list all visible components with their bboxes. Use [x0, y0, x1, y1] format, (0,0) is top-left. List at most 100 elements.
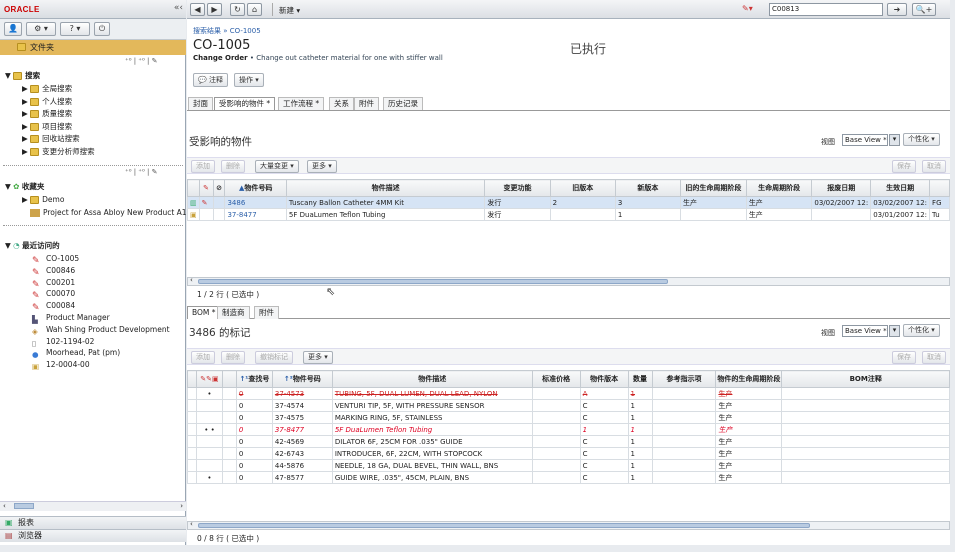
bom-more-button[interactable]: 更多 ▾: [303, 351, 333, 364]
col-old-rev[interactable]: 旧版本: [549, 179, 616, 197]
search-tree-item[interactable]: ▶ 回收站搜索: [22, 133, 80, 145]
table-row[interactable]: 0 37-4574 VENTURI TIP, 5F, WITH PRESSURE S…: [187, 399, 950, 412]
collapse-panel-icon[interactable]: «‹: [174, 3, 183, 13]
left-scrollbar[interactable]: ‹ ›: [0, 501, 186, 511]
quick-search-input[interactable]: C00813: [769, 3, 883, 16]
go-icon[interactable]: ➜: [887, 3, 907, 16]
personalize-button[interactable]: 个性化 ▾: [903, 133, 940, 146]
col-obsolete-date[interactable]: 报废日期: [811, 179, 872, 197]
undo-redline-button[interactable]: 撤销标记: [255, 351, 293, 364]
col-new-rev[interactable]: 新版本: [614, 179, 681, 197]
search-tree-item[interactable]: ▶ 变更分析师搜索: [22, 146, 95, 158]
bom-remove-button[interactable]: 删除: [221, 351, 245, 364]
col-old-lifecycle[interactable]: 旧的生命周期阶段: [679, 179, 747, 197]
recent-item[interactable]: ✎ C00070: [32, 288, 75, 301]
refresh-icon[interactable]: ↻: [230, 3, 245, 16]
table-row[interactable]: ▣ 37-8477 5F DuaLumen Teflon Tubing 发行 1 生产 03…: [187, 208, 950, 221]
fav-item[interactable]: Project for Assa Abloy New Product A123: [30, 207, 196, 219]
favorites-header[interactable]: ▼ ✿ 收藏夹: [5, 181, 44, 193]
table-row[interactable]: • 0 47-8577 GUIDE WIRE, .035", 45CM, PLAIN,…: [187, 471, 950, 484]
comment-button[interactable]: 💬 注释: [193, 73, 228, 87]
col-find-number[interactable]: ↑¹查找号: [235, 370, 273, 388]
save-button[interactable]: 保存: [892, 160, 916, 173]
tab-relationships[interactable]: 关系: [329, 97, 354, 110]
forward-icon[interactable]: ▶: [207, 3, 222, 16]
affected-hscroll[interactable]: ‹: [187, 276, 950, 286]
col-std-cost[interactable]: 标准价格: [531, 370, 581, 388]
new-menu[interactable]: 新建 ▾: [279, 5, 300, 16]
cancel-button[interactable]: 取消: [922, 160, 946, 173]
table-row[interactable]: ▥ ✎ 3486 Tuscany Ballon Catheter 4MM Kit 发行 2…: [187, 196, 950, 209]
col-item-lifecycle[interactable]: 物件的生命周期阶段: [715, 370, 783, 388]
col-bom-item-number[interactable]: ↑²物件号码: [271, 370, 333, 388]
actions-button[interactable]: 操作 ▾: [234, 73, 264, 87]
bom-hscroll[interactable]: ‹: [187, 520, 950, 530]
tab-bom[interactable]: BOM *: [187, 306, 221, 319]
remove-button[interactable]: 删除: [221, 160, 245, 173]
col-bom-description[interactable]: 物件描述: [331, 370, 533, 388]
tab-affected-items[interactable]: 受影响的物件 *: [214, 97, 276, 110]
recent-item[interactable]: ▯ 102-1194-02: [32, 336, 94, 348]
bom-add-button[interactable]: 添加: [191, 351, 215, 364]
search-header[interactable]: ▼ 搜索: [5, 70, 40, 82]
breadcrumb[interactable]: 搜索结果 » CO-1005: [193, 26, 261, 36]
advanced-search-icon[interactable]: 🔍+: [912, 3, 936, 16]
tab-workflow[interactable]: 工作流程 *: [278, 97, 325, 110]
table-row[interactable]: 0 42-6743 INTRODUCER, 6F, 22CM, WITH STOPC…: [187, 447, 950, 460]
recent-item[interactable]: ◈ Wah Shing Product Development: [32, 324, 170, 336]
view-select[interactable]: Base View *: [842, 134, 888, 146]
view-dropdown-icon[interactable]: ▾: [889, 134, 900, 146]
tab-history[interactable]: 历史记录: [383, 97, 423, 110]
table-row[interactable]: 0 37-4575 MARKING RING, 5F, STAINLESS C 1 生产: [187, 411, 950, 424]
back-icon[interactable]: ◀: [190, 3, 205, 16]
recent-item[interactable]: ✎ CO-1005: [32, 253, 79, 266]
search-tree-item[interactable]: ▶ 个人搜索: [22, 96, 72, 108]
col-bom-notes[interactable]: BOM注释: [781, 370, 950, 388]
power-icon[interactable]: ⏻: [94, 22, 110, 36]
search-tree-item[interactable]: ▶ 质量搜索: [22, 108, 72, 120]
add-button[interactable]: 添加: [191, 160, 215, 173]
recent-item[interactable]: ✎ C00846: [32, 265, 75, 278]
fav-item[interactable]: ▶ Demo: [22, 194, 64, 206]
help-menu-icon[interactable]: ? ▾: [60, 22, 90, 36]
search-tree-item[interactable]: ▶ 项目搜索: [22, 121, 72, 133]
folder-tab[interactable]: 文件夹: [0, 40, 186, 55]
search-tree-item[interactable]: ▶ 全局搜索: [22, 83, 72, 95]
recent-header[interactable]: ▼ ◔ 最近访问的: [5, 240, 60, 252]
mass-change-button[interactable]: 大量变更 ▾: [255, 160, 299, 173]
tree-tools-icon[interactable]: ⁺⁰ | ⁺⁰ | ✎: [125, 57, 157, 65]
table-row[interactable]: • 0 37-4573 TUBING, 5F, DUAL LUMEN, DUAL LE…: [187, 387, 950, 400]
settings-menu-icon[interactable]: ⚙ ▾: [26, 22, 56, 36]
change-order-type-icon[interactable]: ✎▾: [742, 4, 753, 13]
recent-item[interactable]: ✎ C00084: [32, 300, 75, 313]
tab-bom-attachments[interactable]: 附件: [254, 306, 279, 319]
col-effective-date[interactable]: 生效日期: [870, 179, 931, 197]
user-icon[interactable]: 👤: [4, 22, 22, 36]
col-item-number[interactable]: ▲物件号码: [224, 179, 287, 197]
col-qty[interactable]: 数量: [627, 370, 653, 388]
tab-cover[interactable]: 封面: [188, 97, 213, 110]
bom-cancel-button[interactable]: 取消: [922, 351, 946, 364]
recent-item[interactable]: ▙ Product Manager: [32, 312, 110, 324]
table-row[interactable]: • • 0 37-8477 5F DuaLumen Teflon Tubing 1 1 生产: [187, 423, 950, 436]
tab-attachments[interactable]: 附件: [354, 97, 379, 110]
col-change-function[interactable]: 变更功能: [484, 179, 551, 197]
recent-item[interactable]: ▣ 12-0004-00: [32, 359, 90, 371]
table-row[interactable]: 0 44-5876 NEEDLE, 18 GA, DUAL BEVEL, THIN …: [187, 459, 950, 472]
tree-tools-icon-2[interactable]: ⁺⁰ | ⁺⁰ | ✎: [125, 168, 157, 176]
home-icon[interactable]: ⌂: [247, 3, 262, 16]
nav-browser[interactable]: ▤ 浏览器: [0, 529, 186, 542]
nav-reports[interactable]: ▣ 报表: [0, 516, 186, 529]
recent-item[interactable]: ✎ C00201: [32, 277, 75, 290]
bom-view-select[interactable]: Base View *: [842, 325, 888, 337]
more-button[interactable]: 更多 ▾: [307, 160, 337, 173]
col-ref-des[interactable]: 参考指示项: [651, 370, 717, 388]
bom-personalize-button[interactable]: 个性化 ▾: [903, 324, 940, 337]
col-description[interactable]: 物件描述: [285, 179, 486, 197]
table-row[interactable]: 0 42-4569 DILATOR 6F, 25CM FOR .035" GUIDE…: [187, 435, 950, 448]
bom-save-button[interactable]: 保存: [892, 351, 916, 364]
col-item-rev[interactable]: 物件版本: [579, 370, 629, 388]
bom-view-dropdown-icon[interactable]: ▾: [889, 325, 900, 337]
tab-manufacturers[interactable]: 制造商: [217, 306, 250, 319]
col-lifecycle[interactable]: 生命周期阶段: [745, 179, 813, 197]
